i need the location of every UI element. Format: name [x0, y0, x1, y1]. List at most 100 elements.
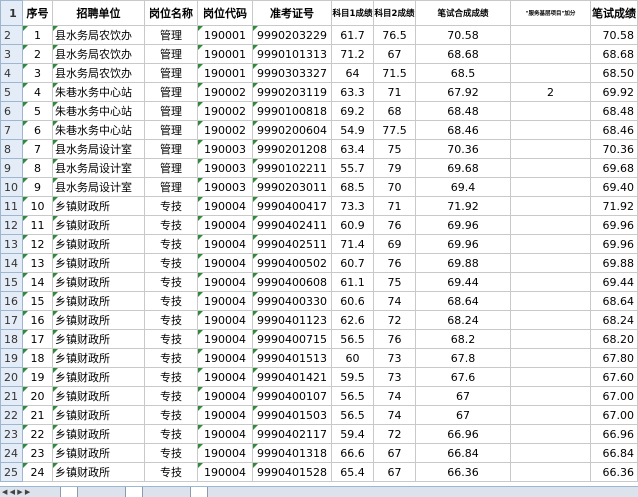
cell-subject2[interactable]: 69: [373, 234, 416, 254]
cell-position-code[interactable]: 190003: [197, 158, 253, 178]
cell-exam-number[interactable]: 9990203119: [252, 82, 332, 102]
row-number[interactable]: 23: [0, 424, 23, 444]
cell-unit[interactable]: 县水务局农饮办: [52, 25, 145, 45]
row-number[interactable]: 4: [0, 63, 23, 83]
header-position-code[interactable]: 岗位代码: [197, 0, 253, 26]
cell-final[interactable]: 67.00: [590, 386, 638, 406]
cell-combined[interactable]: 68.68: [415, 44, 511, 64]
cell-final[interactable]: 67.60: [590, 367, 638, 387]
cell-position[interactable]: 专技: [144, 215, 198, 235]
cell-position[interactable]: 专技: [144, 462, 198, 482]
cell-exam-number[interactable]: 9990401513: [252, 348, 332, 368]
row-number[interactable]: 5: [0, 82, 23, 102]
header-final[interactable]: 笔试成绩: [590, 0, 638, 26]
cell-final[interactable]: 66.36: [590, 462, 638, 482]
cell-final[interactable]: 68.48: [590, 101, 638, 121]
cell-position-code[interactable]: 190004: [197, 253, 253, 273]
row-number[interactable]: 22: [0, 405, 23, 425]
cell-subject1[interactable]: 61.7: [331, 25, 374, 45]
cell-subject2[interactable]: 75: [373, 272, 416, 292]
cell-position-code[interactable]: 190002: [197, 120, 253, 140]
cell-subject1[interactable]: 64: [331, 63, 374, 83]
cell-position[interactable]: 专技: [144, 272, 198, 292]
cell-position-code[interactable]: 190002: [197, 101, 253, 121]
cell-final[interactable]: 70.36: [590, 139, 638, 159]
cell-exam-number[interactable]: 9990400715: [252, 329, 332, 349]
cell-exam-number[interactable]: 9990200604: [252, 120, 332, 140]
cell-final[interactable]: 66.96: [590, 424, 638, 444]
row-number[interactable]: 12: [0, 215, 23, 235]
cell-final[interactable]: 68.64: [590, 291, 638, 311]
cell-seq[interactable]: 5: [22, 101, 53, 121]
cell-seq[interactable]: 7: [22, 139, 53, 159]
cell-combined[interactable]: 68.46: [415, 120, 511, 140]
row-number[interactable]: 24: [0, 443, 23, 463]
cell-bonus[interactable]: [510, 234, 591, 254]
cell-combined[interactable]: 69.96: [415, 215, 511, 235]
cell-subject1[interactable]: 60.9: [331, 215, 374, 235]
cell-bonus[interactable]: [510, 310, 591, 330]
header-combined[interactable]: 笔试合成成绩: [415, 0, 511, 26]
cell-combined[interactable]: 67.8: [415, 348, 511, 368]
row-number[interactable]: 18: [0, 329, 23, 349]
cell-unit[interactable]: 乡镇财政所: [52, 367, 145, 387]
cell-exam-number[interactable]: 9990400107: [252, 386, 332, 406]
cell-exam-number[interactable]: 9990401421: [252, 367, 332, 387]
cell-position[interactable]: 管理: [144, 44, 198, 64]
cell-final[interactable]: 68.46: [590, 120, 638, 140]
cell-position[interactable]: 专技: [144, 348, 198, 368]
cell-subject1[interactable]: 54.9: [331, 120, 374, 140]
cell-combined[interactable]: 71.92: [415, 196, 511, 216]
cell-bonus[interactable]: 2: [510, 82, 591, 102]
cell-bonus[interactable]: [510, 272, 591, 292]
cell-position[interactable]: 管理: [144, 101, 198, 121]
row-number[interactable]: 10: [0, 177, 23, 197]
cell-subject1[interactable]: 71.4: [331, 234, 374, 254]
cell-subject1[interactable]: 63.4: [331, 139, 374, 159]
cell-seq[interactable]: 2: [22, 44, 53, 64]
cell-bonus[interactable]: [510, 386, 591, 406]
cell-subject2[interactable]: 67: [373, 44, 416, 64]
cell-position-code[interactable]: 190004: [197, 386, 253, 406]
cell-position-code[interactable]: 190004: [197, 291, 253, 311]
cell-seq[interactable]: 1: [22, 25, 53, 45]
cell-bonus[interactable]: [510, 44, 591, 64]
cell-subject2[interactable]: 74: [373, 291, 416, 311]
cell-seq[interactable]: 18: [22, 348, 53, 368]
cell-position-code[interactable]: 190004: [197, 367, 253, 387]
cell-unit[interactable]: 县水务局设计室: [52, 158, 145, 178]
cell-subject2[interactable]: 77.5: [373, 120, 416, 140]
row-number[interactable]: 14: [0, 253, 23, 273]
cell-position-code[interactable]: 190004: [197, 234, 253, 254]
cell-subject1[interactable]: 56.5: [331, 329, 374, 349]
cell-bonus[interactable]: [510, 291, 591, 311]
cell-seq[interactable]: 20: [22, 386, 53, 406]
cell-subject2[interactable]: 70: [373, 177, 416, 197]
cell-seq[interactable]: 16: [22, 310, 53, 330]
cell-subject1[interactable]: 65.4: [331, 462, 374, 482]
cell-exam-number[interactable]: 9990402411: [252, 215, 332, 235]
cell-seq[interactable]: 11: [22, 215, 53, 235]
cell-exam-number[interactable]: 9990201208: [252, 139, 332, 159]
cell-bonus[interactable]: [510, 329, 591, 349]
cell-unit[interactable]: 朱巷水务中心站: [52, 82, 145, 102]
cell-bonus[interactable]: [510, 462, 591, 482]
cell-final[interactable]: 69.44: [590, 272, 638, 292]
cell-final[interactable]: 69.68: [590, 158, 638, 178]
cell-seq[interactable]: 13: [22, 253, 53, 273]
cell-position-code[interactable]: 190004: [197, 215, 253, 235]
cell-unit[interactable]: 县水务局农饮办: [52, 44, 145, 64]
cell-exam-number[interactable]: 9990401123: [252, 310, 332, 330]
cell-position[interactable]: 专技: [144, 443, 198, 463]
cell-final[interactable]: 69.92: [590, 82, 638, 102]
cell-subject1[interactable]: 60.7: [331, 253, 374, 273]
cell-unit[interactable]: 乡镇财政所: [52, 272, 145, 292]
cell-position-code[interactable]: 190002: [197, 82, 253, 102]
cell-position[interactable]: 专技: [144, 329, 198, 349]
cell-exam-number[interactable]: 9990402511: [252, 234, 332, 254]
cell-seq[interactable]: 12: [22, 234, 53, 254]
cell-combined[interactable]: 69.44: [415, 272, 511, 292]
cell-combined[interactable]: 69.96: [415, 234, 511, 254]
cell-subject2[interactable]: 73: [373, 348, 416, 368]
cell-seq[interactable]: 14: [22, 272, 53, 292]
